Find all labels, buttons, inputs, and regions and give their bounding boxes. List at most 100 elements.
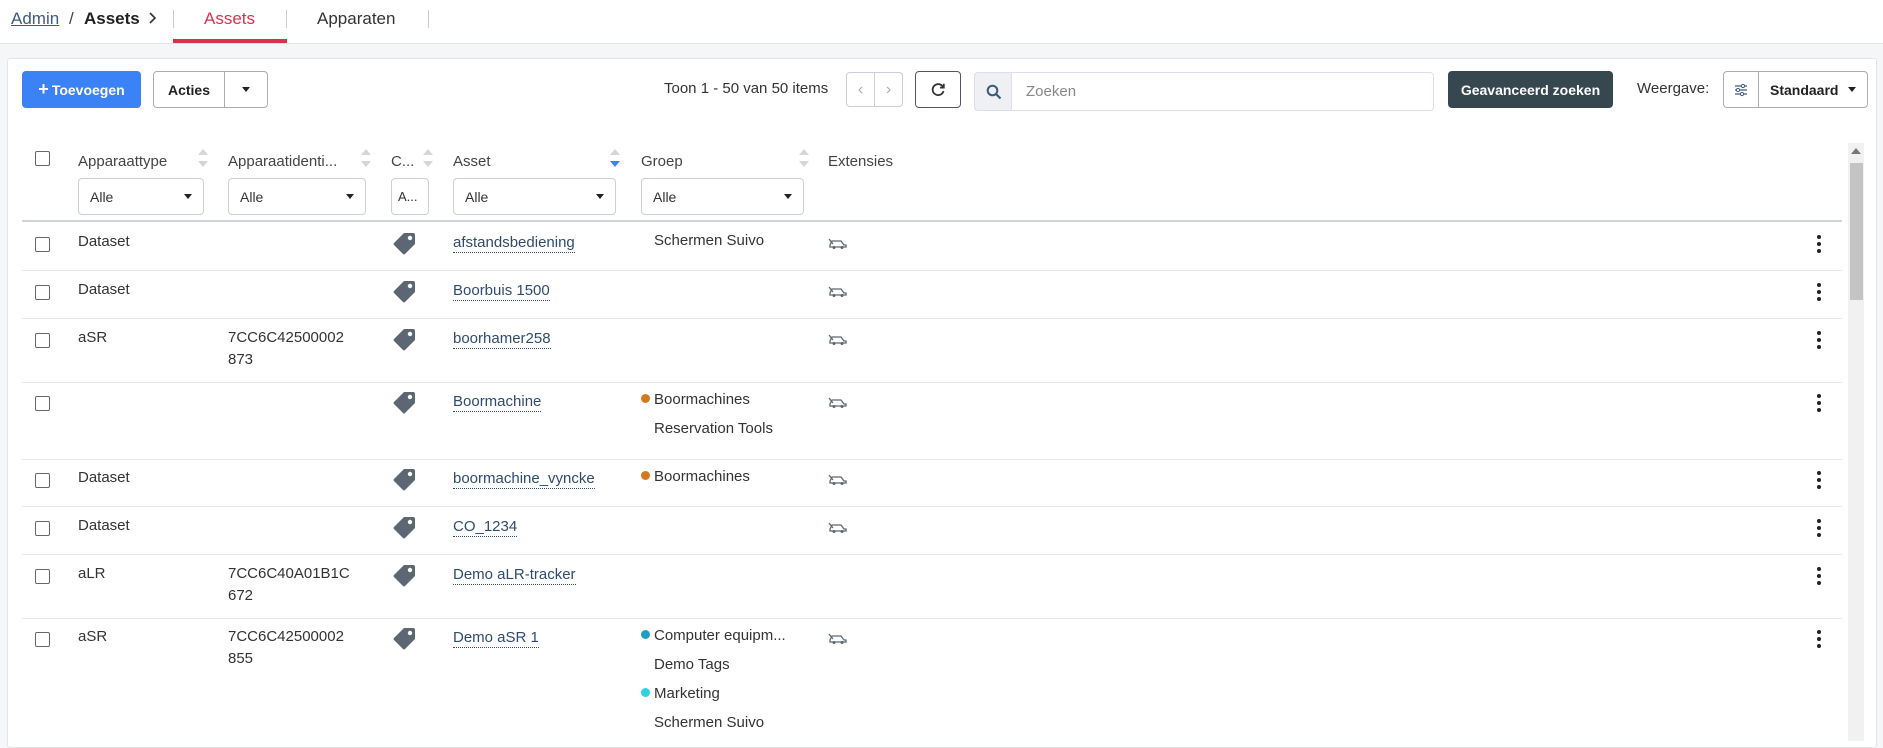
actions-button[interactable]: Acties: [153, 71, 225, 108]
asset-link[interactable]: Boormachine: [453, 393, 542, 412]
column-header-category[interactable]: C...: [391, 153, 414, 170]
row-checkbox[interactable]: [35, 237, 50, 252]
scrollbar-thumb[interactable]: [1850, 163, 1863, 300]
filter-asset[interactable]: Alle: [453, 178, 616, 215]
row-checkbox[interactable]: [35, 285, 50, 300]
row-divider: [22, 318, 1842, 319]
column-header-asset[interactable]: Asset: [453, 153, 491, 170]
row-actions-kebab-icon[interactable]: [1816, 330, 1822, 350]
sort-icon[interactable]: [798, 147, 810, 169]
row-divider: [22, 382, 1842, 383]
tag-icon: [391, 562, 417, 588]
asset-link[interactable]: boorhamer258: [453, 330, 551, 349]
row-checkbox[interactable]: [35, 569, 50, 584]
filter-value: Alle: [240, 188, 264, 205]
group-name: Boormachines: [654, 468, 750, 485]
vehicle-extension-icon: [828, 236, 848, 250]
tab-assets[interactable]: Assets: [204, 9, 255, 29]
group-color-dot: [641, 717, 650, 726]
caret-down-icon: [242, 87, 250, 92]
breadcrumb-separator: /: [69, 9, 74, 28]
tag-icon: [391, 326, 417, 352]
row-checkbox[interactable]: [35, 521, 50, 536]
group-name: Demo Tags: [654, 656, 730, 673]
select-all-checkbox[interactable]: [35, 151, 50, 166]
row-actions-kebab-icon[interactable]: [1816, 566, 1822, 586]
group-name: Schermen Suivo: [654, 232, 765, 249]
sort-icon[interactable]: [360, 147, 372, 169]
plus-icon: +: [38, 79, 49, 99]
sort-ascending-icon[interactable]: [609, 147, 621, 169]
caret-down-icon: [596, 194, 604, 199]
cell-apparaattype: Dataset: [78, 281, 130, 298]
row-checkbox[interactable]: [35, 473, 50, 488]
filter-groep[interactable]: Alle: [641, 178, 804, 215]
search-icon-box: [974, 72, 1012, 111]
column-header-groep[interactable]: Groep: [641, 153, 683, 170]
filter-category[interactable]: A...: [391, 178, 429, 215]
row-actions-kebab-icon[interactable]: [1816, 518, 1822, 538]
chevron-right-icon: [149, 12, 157, 24]
group-name: Schermen Suivo: [654, 714, 765, 731]
cell-apparaattype: aSR: [78, 628, 108, 645]
vehicle-extension-icon: [828, 472, 848, 486]
column-header-apparaatidentificatie[interactable]: Apparaatidenti...: [228, 153, 337, 170]
tag-icon: [391, 230, 417, 256]
caret-down-icon: [184, 194, 192, 199]
sliders-icon: [1735, 83, 1747, 96]
row-checkbox[interactable]: [35, 632, 50, 647]
filter-apparaattype[interactable]: Alle: [78, 178, 204, 215]
group-color-dot: [641, 471, 650, 480]
group-tag: Boormachines: [641, 468, 750, 485]
row-actions-kebab-icon[interactable]: [1816, 470, 1822, 490]
filter-value: Alle: [90, 188, 114, 205]
group-color-dot: [641, 630, 650, 639]
add-button[interactable]: + Toevoegen: [22, 71, 141, 108]
group-tag: Schermen Suivo: [641, 714, 764, 731]
tag-icon: [391, 625, 417, 651]
group-color-dot: [641, 235, 650, 244]
previous-page-button[interactable]: ‹: [846, 72, 875, 107]
column-header-apparaattype[interactable]: Apparaattype: [78, 153, 167, 170]
search-input[interactable]: [1011, 72, 1434, 111]
view-select[interactable]: Standaard: [1758, 71, 1868, 108]
breadcrumb-admin-link[interactable]: Admin: [11, 9, 59, 29]
vehicle-extension-icon: [828, 631, 848, 645]
row-actions-kebab-icon[interactable]: [1816, 629, 1822, 649]
next-page-button[interactable]: ›: [874, 72, 903, 107]
row-actions-kebab-icon[interactable]: [1816, 393, 1822, 413]
sort-icon[interactable]: [422, 147, 434, 169]
cell-apparaatidentificatie-cont: 855: [228, 650, 254, 667]
advanced-search-button[interactable]: Geavanceerd zoeken: [1448, 71, 1613, 108]
asset-link[interactable]: Demo aSR 1: [453, 629, 539, 648]
group-color-dot: [641, 423, 650, 432]
cell-apparaatidentificatie-cont: 873: [228, 351, 254, 368]
row-actions-kebab-icon[interactable]: [1816, 282, 1822, 302]
group-tag: Computer equipm...: [641, 627, 786, 644]
row-checkbox[interactable]: [35, 333, 50, 348]
group-name: Boormachines: [654, 391, 750, 408]
sort-icon[interactable]: [197, 147, 209, 169]
items-counter: Toon 1 - 50 van 50 items: [664, 80, 829, 97]
row-actions-kebab-icon[interactable]: [1816, 234, 1822, 254]
refresh-icon: [931, 82, 945, 96]
refresh-button[interactable]: [915, 71, 961, 108]
cell-apparaattype: Dataset: [78, 469, 130, 486]
scroll-up-arrow-icon[interactable]: [1851, 148, 1861, 154]
asset-link[interactable]: afstandsbediening: [453, 234, 575, 253]
asset-link[interactable]: Boorbuis 1500: [453, 282, 550, 301]
asset-link[interactable]: Demo aLR-tracker: [453, 566, 576, 585]
caret-down-icon: [346, 194, 354, 199]
view-label: Weergave:: [1637, 80, 1710, 97]
asset-link[interactable]: CO_1234: [453, 518, 518, 537]
top-navigation: Admin / Assets Assets Apparaten: [0, 0, 1883, 44]
tag-icon: [391, 389, 417, 415]
tab-apparaten[interactable]: Apparaten: [317, 9, 395, 29]
actions-dropdown-toggle[interactable]: [224, 71, 268, 108]
asset-link[interactable]: boormachine_vyncke: [453, 470, 595, 489]
filter-apparaatidentificatie[interactable]: Alle: [228, 178, 366, 215]
row-checkbox[interactable]: [35, 396, 50, 411]
view-settings-button[interactable]: [1723, 71, 1759, 108]
vehicle-extension-icon: [828, 284, 848, 298]
column-header-extensies: Extensies: [828, 153, 894, 170]
